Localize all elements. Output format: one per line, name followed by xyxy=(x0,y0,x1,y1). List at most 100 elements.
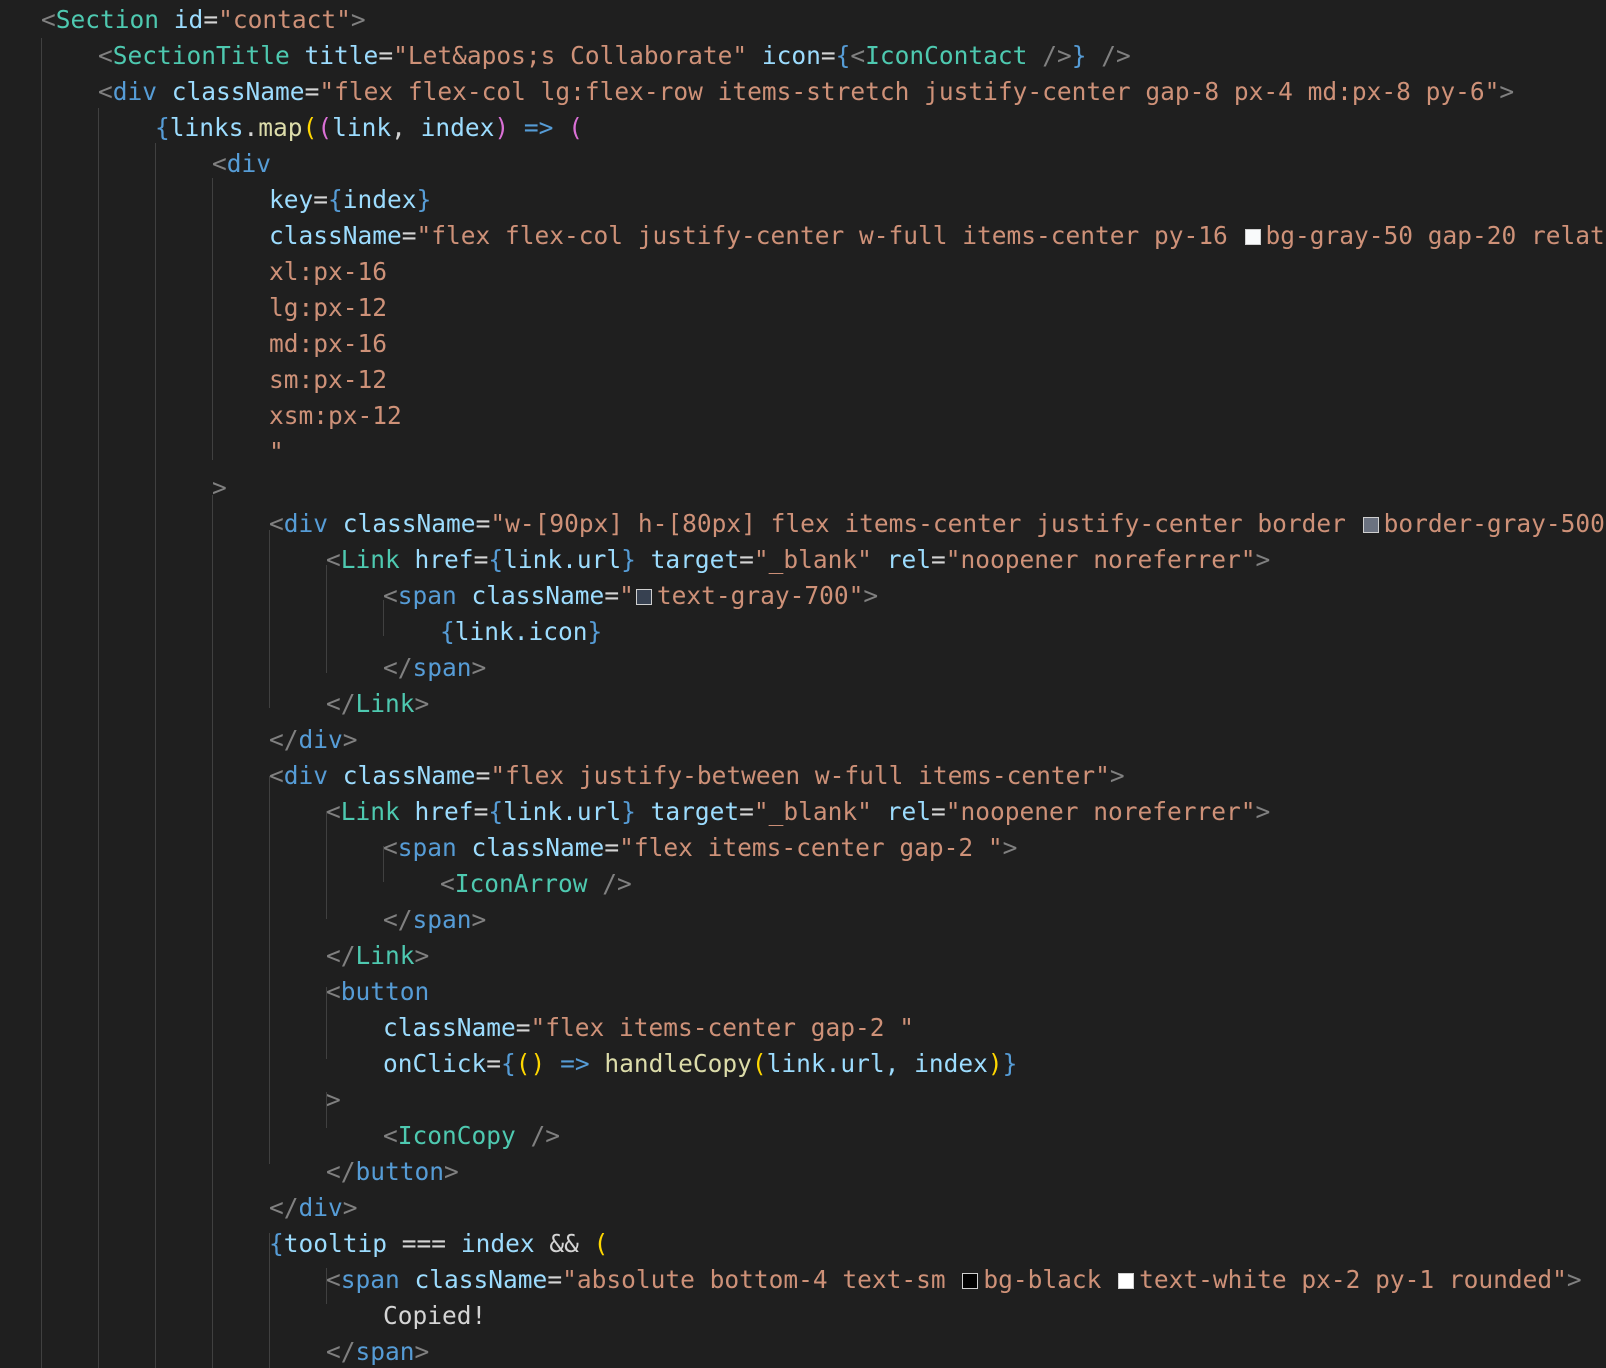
string-literal: lg:px-12 xyxy=(269,293,388,322)
code-line[interactable]: xl:px-16 xyxy=(0,254,1606,290)
html-tag: div xyxy=(298,725,343,754)
code-line[interactable]: " xyxy=(0,434,1606,470)
html-tag: span xyxy=(397,833,457,862)
code-line[interactable]: <span className="flex items-center gap-2… xyxy=(0,830,1606,866)
code-line[interactable]: className="flex items-center gap-2 " xyxy=(0,1010,1606,1046)
html-tag: button xyxy=(340,977,430,1006)
html-tag: span xyxy=(397,581,457,610)
identifier: index xyxy=(420,113,495,142)
string-literal: text-white px-2 py-1 rounded" xyxy=(1139,1265,1567,1294)
html-tag: div xyxy=(283,509,329,538)
code-line[interactable]: Copied! xyxy=(0,1298,1606,1334)
string-literal: " xyxy=(619,581,634,610)
html-tag: div xyxy=(112,77,158,106)
string-literal: "absolute bottom-4 text-sm xyxy=(562,1265,961,1294)
html-tag: span xyxy=(412,653,472,682)
code-line[interactable]: <Section id="contact"> xyxy=(0,2,1606,38)
function-name: handleCopy xyxy=(604,1049,752,1078)
function-name: map xyxy=(258,113,303,142)
code-line[interactable]: {tooltip === index && ( xyxy=(0,1226,1606,1262)
jsx-attribute: key xyxy=(269,185,314,214)
jsx-attribute: className xyxy=(171,77,305,106)
code-line[interactable]: <div className="w-[90px] h-[80px] flex i… xyxy=(0,506,1606,542)
string-literal: bg-gray-50 gap-20 relative xyxy=(1265,221,1606,250)
identifier: tooltip xyxy=(283,1229,388,1258)
code-line[interactable]: </Link> xyxy=(0,686,1606,722)
string-literal: "_blank" xyxy=(753,545,872,574)
identifier: link.url xyxy=(503,797,622,826)
code-line[interactable]: <button xyxy=(0,974,1606,1010)
jsx-attribute: className xyxy=(414,1265,548,1294)
jsx-tag: Section xyxy=(55,5,160,34)
html-tag: button xyxy=(355,1157,445,1186)
code-line[interactable]: <IconCopy /> xyxy=(0,1118,1606,1154)
html-tag: div xyxy=(283,761,329,790)
code-line[interactable]: className="flex flex-col justify-center … xyxy=(0,218,1606,254)
code-line[interactable]: {links.map((link, index) => ( xyxy=(0,110,1606,146)
color-swatch-icon[interactable] xyxy=(635,589,652,605)
string-literal: "flex flex-col justify-center w-full ite… xyxy=(416,221,1243,250)
code-line[interactable]: <Link href={link.url} target="_blank" re… xyxy=(0,542,1606,578)
string-literal: border-gray-500"> xyxy=(1383,509,1606,538)
code-line[interactable]: > xyxy=(0,470,1606,506)
code-line[interactable]: xsm:px-12 xyxy=(0,398,1606,434)
string-literal: "noopener noreferrer" xyxy=(945,545,1256,574)
code-line[interactable]: {link.icon} xyxy=(0,614,1606,650)
code-line[interactable]: <div xyxy=(0,146,1606,182)
code-line[interactable]: <span className="absolute bottom-4 text-… xyxy=(0,1262,1606,1298)
code-line[interactable]: <span className=" text-gray-700"> xyxy=(0,578,1606,614)
string-literal: "w-[90px] h-[80px] flex items-center jus… xyxy=(490,509,1361,538)
string-literal: "noopener noreferrer" xyxy=(945,797,1256,826)
code-line[interactable]: <Link href={link.url} target="_blank" re… xyxy=(0,794,1606,830)
jsx-attribute: id xyxy=(173,5,204,34)
html-tag: span xyxy=(412,905,472,934)
jsx-tag: Link xyxy=(340,545,400,574)
code-line[interactable]: sm:px-12 xyxy=(0,362,1606,398)
jsx-tag: Link xyxy=(355,689,415,718)
jsx-tag: IconContact xyxy=(865,41,1028,70)
jsx-tag: IconCopy xyxy=(397,1121,516,1150)
code-line[interactable]: </Link> xyxy=(0,938,1606,974)
string-literal: " xyxy=(269,437,284,466)
string-literal: "flex flex-col lg:flex-row items-stretch… xyxy=(319,77,1500,106)
code-line[interactable]: lg:px-12 xyxy=(0,290,1606,326)
code-editor[interactable]: <Section id="contact"> <SectionTitle tit… xyxy=(0,0,1606,1368)
color-swatch-icon[interactable] xyxy=(962,1273,979,1289)
operator: === xyxy=(401,1229,447,1258)
code-line[interactable]: <SectionTitle title="Let&apos;s Collabor… xyxy=(0,38,1606,74)
color-swatch-icon[interactable] xyxy=(1118,1273,1135,1289)
identifier: index xyxy=(342,185,417,214)
code-line[interactable]: </span> xyxy=(0,902,1606,938)
code-line[interactable]: </div> xyxy=(0,1190,1606,1226)
code-line[interactable]: </div> xyxy=(0,722,1606,758)
string-literal: "flex items-center gap-2 " xyxy=(619,833,1003,862)
code-line[interactable]: </span> xyxy=(0,1334,1606,1368)
identifier: index xyxy=(460,1229,535,1258)
jsx-tag: IconArrow xyxy=(454,869,588,898)
string-literal: xl:px-16 xyxy=(269,257,388,286)
color-swatch-icon[interactable] xyxy=(1362,517,1379,533)
string-literal: sm:px-12 xyxy=(269,365,388,394)
jsx-attribute: rel xyxy=(886,545,931,574)
jsx-attribute: icon xyxy=(761,41,821,70)
jsx-tag: SectionTitle xyxy=(112,41,290,70)
operator: && xyxy=(549,1229,579,1258)
identifier: link.url xyxy=(503,545,622,574)
html-tag: span xyxy=(355,1337,415,1366)
jsx-attribute: title xyxy=(304,41,379,70)
jsx-attribute: className xyxy=(471,833,605,862)
code-line[interactable]: </span> xyxy=(0,650,1606,686)
code-line[interactable]: key={index} xyxy=(0,182,1606,218)
code-line[interactable]: md:px-16 xyxy=(0,326,1606,362)
color-swatch-icon[interactable] xyxy=(1244,229,1261,245)
jsx-tag: Link xyxy=(340,797,400,826)
code-line[interactable]: <div className="flex flex-col lg:flex-ro… xyxy=(0,74,1606,110)
code-line[interactable]: <IconArrow /> xyxy=(0,866,1606,902)
code-line[interactable]: </button> xyxy=(0,1154,1606,1190)
code-line[interactable]: > xyxy=(0,1082,1606,1118)
code-line[interactable]: onClick={() => handleCopy(link.url, inde… xyxy=(0,1046,1606,1082)
jsx-attribute: onClick xyxy=(383,1049,487,1078)
html-tag: div xyxy=(298,1193,343,1222)
jsx-attribute: className xyxy=(269,221,402,250)
code-line[interactable]: <div className="flex justify-between w-f… xyxy=(0,758,1606,794)
